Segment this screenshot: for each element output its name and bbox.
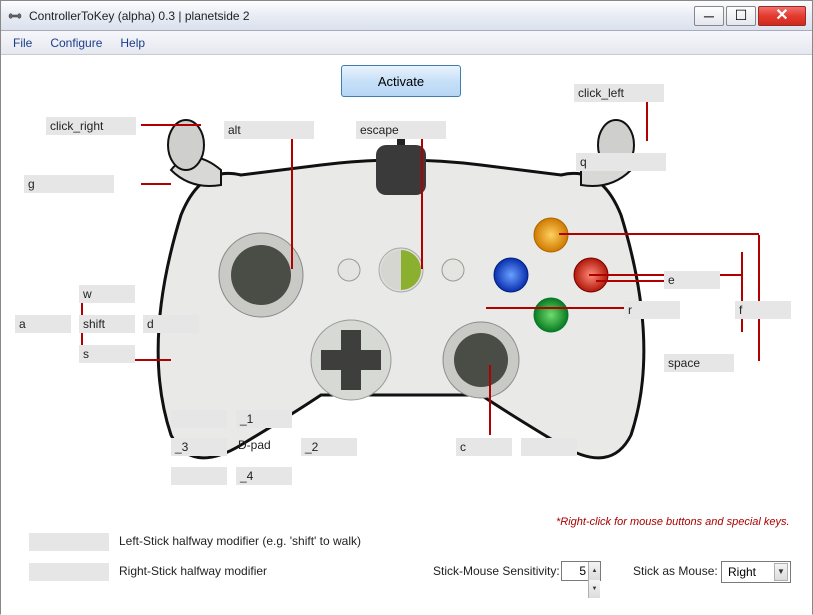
- lead-line: [141, 183, 171, 185]
- activate-button[interactable]: Activate: [341, 65, 461, 97]
- sensitivity-value: 5: [579, 564, 586, 578]
- lead-line: [758, 235, 760, 361]
- rt-map-input[interactable]: click_left: [574, 84, 664, 102]
- app-window: ControllerToKey (alpha) 0.3 | planetside…: [0, 0, 813, 614]
- rs-half-input[interactable]: [29, 563, 109, 581]
- ls-half-input[interactable]: [29, 533, 109, 551]
- ls-click-input[interactable]: shift: [79, 315, 135, 333]
- b-button-input[interactable]: f: [735, 301, 791, 319]
- menu-file[interactable]: File: [5, 34, 40, 52]
- rs-extra-input[interactable]: [521, 438, 577, 456]
- menubar: File Configure Help: [1, 31, 812, 55]
- a-button-input[interactable]: space: [664, 354, 734, 372]
- stick-mouse-value: Right: [728, 565, 756, 579]
- rb-map-input[interactable]: q: [576, 153, 666, 171]
- dpad-up-input[interactable]: _1: [236, 410, 292, 428]
- titlebar[interactable]: ControllerToKey (alpha) 0.3 | planetside…: [1, 1, 812, 31]
- rs-half-label: Right-Stick halfway modifier: [119, 564, 267, 578]
- lead-line: [489, 365, 491, 435]
- ls-left-input[interactable]: a: [15, 315, 71, 333]
- lead-line: [141, 124, 201, 126]
- stick-mouse-label: Stick as Mouse:: [633, 564, 718, 578]
- window-title: ControllerToKey (alpha) 0.3 | planetside…: [29, 9, 694, 23]
- menu-configure[interactable]: Configure: [42, 34, 110, 52]
- dpad-empty-input[interactable]: [171, 410, 227, 428]
- ls-half-label: Left-Stick halfway modifier (e.g. 'shift…: [119, 534, 361, 548]
- sensitivity-label: Stick-Mouse Sensitivity:: [433, 564, 560, 578]
- dpad-left-input[interactable]: _3: [171, 438, 227, 456]
- dpad-center-label: D-pad: [238, 438, 271, 452]
- y-button-input[interactable]: e: [664, 271, 720, 289]
- lt-map-input[interactable]: click_right: [46, 117, 136, 135]
- dpad-right-input[interactable]: _2: [301, 438, 357, 456]
- dpad-empty2-input[interactable]: [171, 467, 227, 485]
- main-canvas: Activate: [1, 55, 812, 615]
- app-icon: [7, 8, 23, 24]
- start-map-input[interactable]: escape: [356, 121, 446, 139]
- ls-up-input[interactable]: w: [79, 285, 135, 303]
- window-controls: ─ ☐ ✕: [694, 6, 806, 26]
- stick-mouse-combo[interactable]: Right ▼: [721, 561, 791, 583]
- lead-line: [559, 233, 759, 235]
- ls-down-input[interactable]: s: [79, 345, 135, 363]
- lb-map-input[interactable]: g: [24, 175, 114, 193]
- menu-help[interactable]: Help: [112, 34, 153, 52]
- spinner-down-icon[interactable]: ▼: [588, 580, 600, 598]
- maximize-button[interactable]: ☐: [726, 6, 756, 26]
- rs-click-input[interactable]: c: [456, 438, 512, 456]
- minimize-button[interactable]: ─: [694, 6, 724, 26]
- lead-line: [741, 252, 743, 332]
- lead-line: [421, 129, 423, 269]
- hint-label: *Right-click for mouse buttons and speci…: [556, 516, 790, 528]
- close-button[interactable]: ✕: [758, 6, 806, 26]
- lead-line: [291, 129, 293, 269]
- chevron-down-icon: ▼: [774, 563, 788, 581]
- dpad-down-input[interactable]: _4: [236, 467, 292, 485]
- x-button-input[interactable]: r: [624, 301, 680, 319]
- ls-right-input[interactable]: d: [143, 315, 199, 333]
- sensitivity-spinner[interactable]: 5 ▲▼: [561, 561, 601, 581]
- spinner-up-icon[interactable]: ▲: [588, 562, 600, 580]
- back-map-input[interactable]: alt: [224, 121, 314, 139]
